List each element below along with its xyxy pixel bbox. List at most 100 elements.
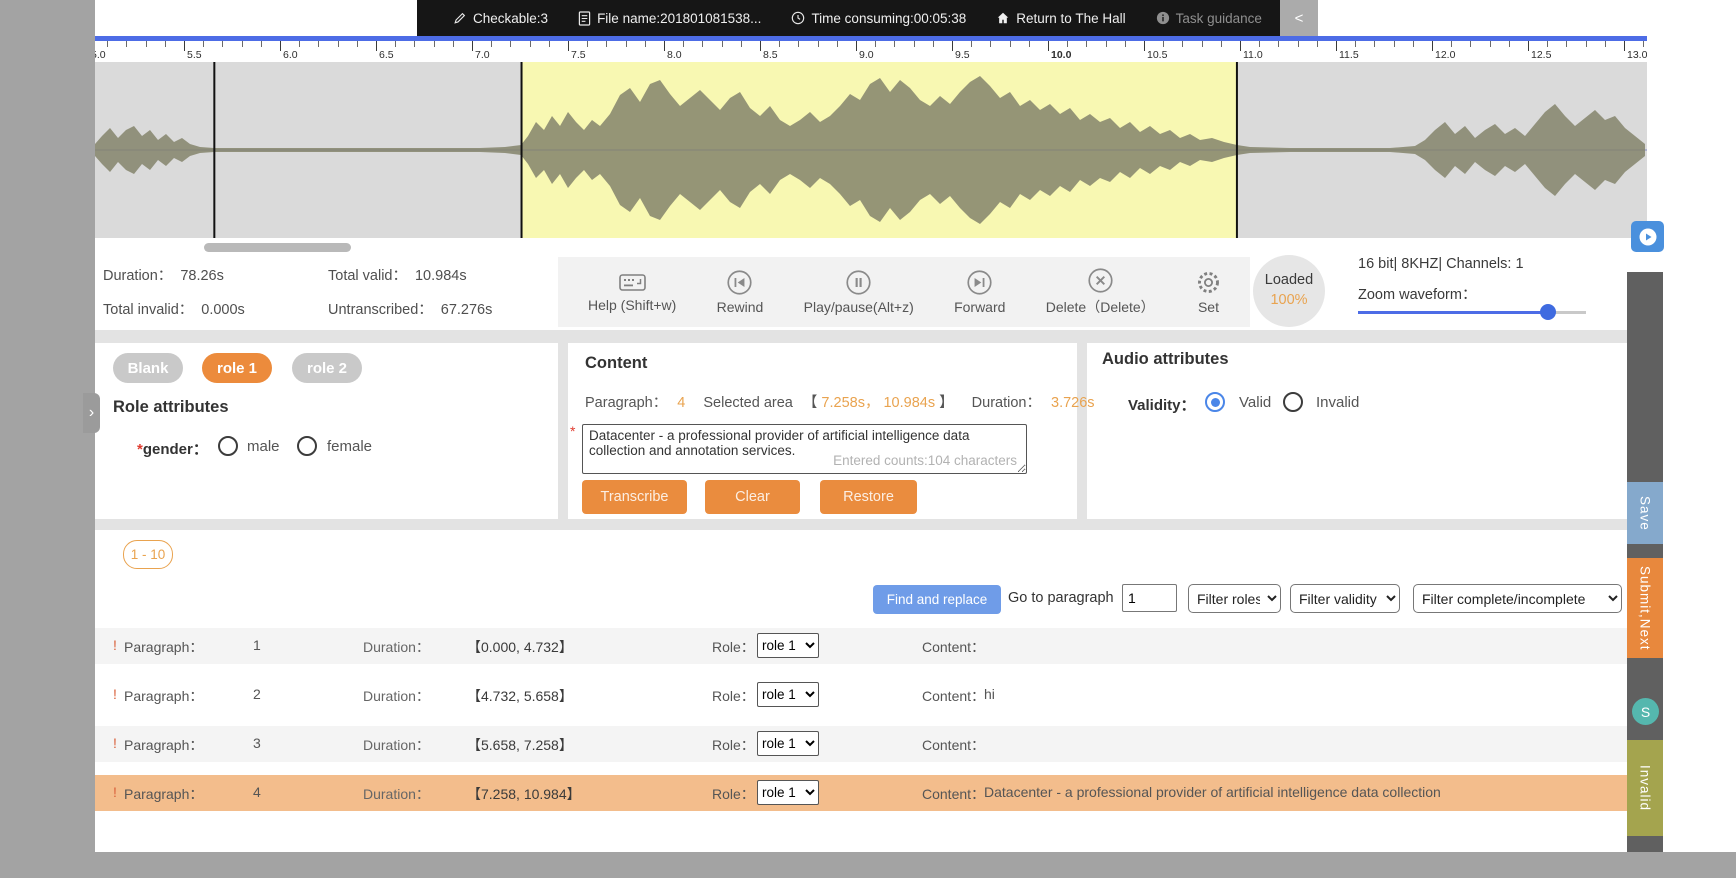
invalid-button[interactable]: Invalid: [1627, 740, 1663, 836]
filter-complete-select[interactable]: Filter complete/incomplete: [1413, 584, 1622, 613]
gender-male-radio[interactable]: [218, 436, 238, 456]
user-avatar[interactable]: S: [1632, 698, 1659, 725]
row-role-select[interactable]: role 1: [757, 682, 819, 707]
table-row[interactable]: ! Paragraph： 2 Duration： 【4.732, 5.658】 …: [95, 677, 1630, 713]
selection-end-value: 10.984s: [883, 395, 935, 411]
row-duration-range: 【4.732, 5.658】: [467, 686, 573, 706]
ruler-tick: [1125, 41, 1126, 47]
ruler-tick: [606, 41, 607, 47]
filter-roles-select[interactable]: Filter roles: [1188, 584, 1281, 613]
validity-invalid-radio[interactable]: [1283, 392, 1303, 412]
play-pause-button[interactable]: Play/pause(Alt+z): [804, 269, 914, 315]
ruler-label: 5.0: [95, 49, 106, 61]
ruler-label: 8.0: [667, 49, 682, 61]
ruler-tick: [1528, 41, 1529, 51]
ruler-tick: [1298, 41, 1299, 47]
task-guidance-link[interactable]: Task guidance: [1156, 11, 1262, 26]
sidebar-play-button[interactable]: [1631, 221, 1664, 252]
stat-duration: Duration：78.26s: [103, 264, 224, 285]
transport-toolbar: Help (Shift+w) Rewind Play/pause(Alt+z) …: [558, 257, 1250, 327]
pagination-range[interactable]: 1 - 10: [123, 540, 173, 569]
row-content-label: Content：: [922, 784, 985, 804]
collapse-topbar-button[interactable]: <: [1280, 0, 1318, 36]
ruler-tick: [530, 41, 531, 47]
transcription-textarea[interactable]: Datacenter - a professional provider of …: [582, 424, 1027, 474]
expand-panel-tab[interactable]: ›: [83, 393, 100, 433]
ruler-tick: [990, 41, 991, 47]
ruler-tick: [107, 41, 108, 47]
ruler-tick: [1509, 41, 1510, 47]
table-row[interactable]: ! Paragraph： 3 Duration： 【5.658, 7.258】 …: [95, 726, 1630, 762]
rewind-button[interactable]: Rewind: [717, 269, 764, 315]
gender-female-radio[interactable]: [297, 436, 317, 456]
ruler-tick: [242, 41, 243, 47]
row-role-select[interactable]: role 1: [757, 780, 819, 805]
table-row[interactable]: ! Paragraph： 1 Duration： 【0.000, 4.732】 …: [95, 628, 1630, 664]
find-replace-button[interactable]: Find and replace: [873, 585, 1001, 614]
ruler-tick: [299, 41, 300, 47]
role-tab-blank[interactable]: Blank: [113, 353, 183, 383]
ruler-label: 8.5: [763, 49, 778, 61]
row-role-select[interactable]: role 1: [757, 731, 819, 756]
paragraph-label: Paragraph：: [585, 395, 667, 411]
validity-valid-radio[interactable]: [1205, 392, 1225, 412]
row-role-label: Role：: [712, 686, 755, 706]
validity-label: Validity：: [1128, 394, 1196, 415]
ruler-tick: [453, 41, 454, 47]
row-duration-label: Duration：: [363, 735, 430, 755]
loaded-label: Loaded: [1265, 271, 1313, 291]
transcription-editor: Datacenter - a professional provider of …: [582, 424, 1027, 474]
restore-button[interactable]: Restore: [820, 480, 917, 514]
ruler-label: 11.0: [1243, 49, 1263, 61]
ruler-tick: [184, 41, 185, 51]
ruler-tick: [1643, 41, 1644, 47]
zoom-slider-thumb[interactable]: [1540, 304, 1556, 320]
ruler-tick: [1144, 41, 1145, 51]
play-pause-label: Play/pause(Alt+z): [804, 299, 914, 315]
forward-button[interactable]: Forward: [954, 269, 1005, 315]
help-button[interactable]: Help (Shift+w): [588, 271, 676, 313]
ruler-tick: [1067, 41, 1068, 47]
file-icon: [578, 11, 591, 26]
stat-untranscribed: Untranscribed：67.276s: [328, 298, 492, 319]
role-tab-role2[interactable]: role 2: [292, 353, 362, 383]
ruler-tick: [318, 41, 319, 47]
audio-annotation-app: Checkable:3 File name:201801081538... Ti…: [0, 0, 1736, 878]
row-content-value: hi: [984, 686, 995, 702]
ruler-tick: [626, 41, 627, 47]
audio-attributes-heading: Audio attributes: [1102, 350, 1229, 369]
ruler-tick: [165, 41, 166, 47]
submit-next-button[interactable]: Submit,Next: [1627, 558, 1663, 658]
return-hall-link[interactable]: Return to The Hall: [996, 11, 1125, 26]
role-tab-role1[interactable]: role 1: [202, 353, 272, 383]
waveform-canvas[interactable]: [95, 62, 1647, 238]
ruler-tick: [702, 41, 703, 47]
row-content-value: Datacenter - a professional provider of …: [984, 784, 1441, 800]
ruler-tick: [1605, 41, 1606, 47]
gear-icon: [1195, 269, 1222, 296]
ruler-tick: [1547, 41, 1548, 47]
ruler-tick: [1624, 41, 1625, 51]
help-label: Help (Shift+w): [588, 297, 676, 313]
ruler-tick: [1470, 41, 1471, 47]
top-status-bar: Checkable:3 File name:201801081538... Ti…: [417, 0, 1280, 36]
row-alert-mark: !: [113, 637, 117, 653]
table-row-selected[interactable]: ! Paragraph： 4 Duration： 【7.258, 10.984】…: [95, 775, 1630, 811]
waveform-scrollbar[interactable]: [204, 243, 351, 252]
row-role-select[interactable]: role 1: [757, 633, 819, 658]
set-button[interactable]: Set: [1195, 269, 1222, 315]
delete-button[interactable]: Delete（Delete）: [1046, 267, 1155, 317]
ruler-tick: [1490, 41, 1491, 47]
transcribe-button[interactable]: Transcribe: [582, 480, 687, 514]
save-button[interactable]: Save: [1627, 482, 1663, 544]
ruler-label: 7.5: [571, 49, 586, 61]
ruler-tick: [126, 41, 127, 47]
ruler-tick: [1048, 41, 1049, 51]
goto-paragraph-input[interactable]: [1122, 584, 1177, 612]
clear-button[interactable]: Clear: [705, 480, 800, 514]
time-consuming-status: Time consuming:00:05:38: [791, 11, 966, 26]
section-divider: [95, 519, 1630, 530]
bottom-gutter: [0, 852, 1736, 878]
filter-validity-select[interactable]: Filter validity: [1290, 584, 1400, 613]
row-paragraph-number: 2: [253, 686, 261, 702]
